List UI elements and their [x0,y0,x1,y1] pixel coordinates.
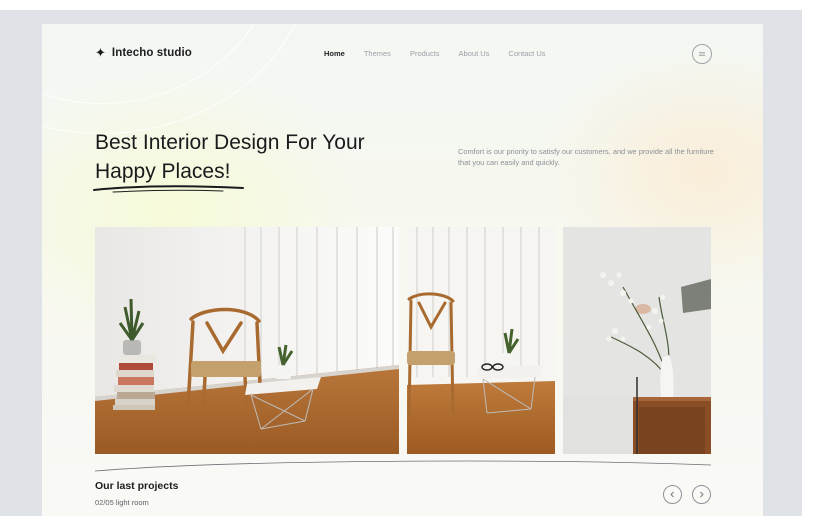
projects-subtitle: 02/05 light room [95,498,149,507]
brand-logo[interactable]: ✦ Intecho studio [95,46,192,59]
nav-item-themes[interactable]: Themes [364,49,391,58]
website-card: ✦ Intecho studio Home Themes Products Ab… [42,24,763,516]
hero-headline: Best Interior Design For Your Happy Plac… [95,128,365,186]
brand-name: Intecho studio [111,46,192,59]
projects-counter: 02/05 [95,498,114,507]
previous-project-button[interactable] [663,485,682,504]
decorative-arc [42,24,312,134]
gallery-image-vase[interactable] [563,227,711,454]
brush-underline [93,185,244,193]
projects-room: light room [115,498,149,507]
chevron-right-icon [700,491,704,498]
nav-item-contact-us[interactable]: Contact Us [508,49,545,58]
menu-button[interactable] [692,44,712,64]
nav-item-about-us[interactable]: About Us [459,49,490,58]
nav-item-home[interactable]: Home [324,49,345,58]
interior-photo [95,227,399,454]
interior-photo [407,227,555,454]
nav-item-products[interactable]: Products [410,49,440,58]
curved-divider [95,460,711,472]
interior-photo [563,227,711,454]
projects-title: Our last projects [95,480,179,492]
headline-line-1: Best Interior Design For Your [95,131,365,154]
chevron-left-icon [670,491,674,498]
hero-intro: Comfort is our priority to satisfy our c… [458,147,714,167]
next-project-button[interactable] [692,485,711,504]
gallery-image-chair-table[interactable] [407,227,555,454]
main-nav: Home Themes Products About Us Contact Us [324,49,546,58]
sparkle-icon: ✦ [95,45,106,60]
gallery-image-living-room[interactable] [95,227,399,454]
browser-frame: ✦ Intecho studio Home Themes Products Ab… [0,10,802,516]
menu-icon [699,52,705,56]
